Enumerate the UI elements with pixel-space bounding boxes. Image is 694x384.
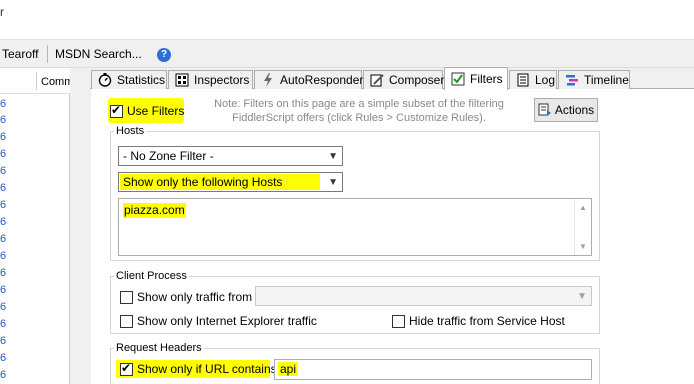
tab-log[interactable]: Log bbox=[509, 70, 557, 89]
tab-label: Inspectors bbox=[194, 73, 250, 87]
session-row[interactable]: 6 bbox=[0, 199, 8, 211]
tab-statistics[interactable]: Statistics bbox=[91, 70, 167, 89]
url-contains-checkbox[interactable]: Show only if URL contains bbox=[120, 362, 277, 376]
hosts-scrollbar[interactable]: ▲ ▼ bbox=[574, 199, 591, 255]
checkbox-unchecked-icon[interactable] bbox=[392, 314, 405, 328]
hosts-textarea[interactable]: piazza.com ▲ ▼ bbox=[118, 198, 592, 256]
pane-splitter[interactable] bbox=[70, 68, 90, 384]
session-row[interactable]: 6 bbox=[0, 148, 8, 160]
note-line: FiddlerScript offers (click Rules > Cust… bbox=[232, 112, 486, 124]
tab-timeline[interactable]: Timeline bbox=[558, 70, 630, 89]
actions-button[interactable]: Actions bbox=[534, 98, 598, 122]
checkbox-icon bbox=[451, 72, 465, 86]
url-contains-value: api bbox=[278, 362, 299, 376]
tab-label: Filters bbox=[470, 72, 503, 86]
toolbar-separator bbox=[47, 45, 48, 63]
scroll-down-icon[interactable]: ▼ bbox=[579, 242, 587, 251]
show-only-traffic-from-checkbox[interactable]: Show only traffic from bbox=[120, 290, 252, 304]
title-bar-text: r bbox=[0, 5, 4, 19]
chevron-down-icon: ▼ bbox=[328, 151, 338, 162]
hosts-legend: Hosts bbox=[114, 125, 147, 137]
composer-icon bbox=[370, 73, 384, 87]
use-filters-checkbox[interactable]: Use Filters bbox=[110, 104, 184, 118]
filters-note: Note: Filters on this page are a simple … bbox=[200, 97, 518, 125]
log-icon bbox=[516, 73, 530, 87]
title-bar bbox=[0, 0, 694, 40]
sessions-list[interactable] bbox=[0, 68, 70, 384]
session-row[interactable]: 6 bbox=[0, 335, 8, 347]
tab-label: Timeline bbox=[584, 73, 629, 87]
hide-service-host-label: Hide traffic from Service Host bbox=[409, 314, 565, 328]
checkbox-checked-icon[interactable] bbox=[120, 362, 133, 376]
help-icon[interactable]: ? bbox=[157, 48, 171, 62]
session-row[interactable]: 6 bbox=[0, 369, 8, 381]
tab-label: Statistics bbox=[117, 73, 166, 87]
show-only-ie-checkbox[interactable]: Show only Internet Explorer traffic bbox=[120, 314, 317, 328]
inspectors-icon bbox=[175, 73, 189, 87]
show-only-ie-label: Show only Internet Explorer traffic bbox=[137, 314, 317, 328]
session-row[interactable]: 6 bbox=[0, 284, 8, 296]
actions-label: Actions bbox=[554, 103, 595, 117]
hide-service-host-checkbox[interactable]: Hide traffic from Service Host bbox=[392, 314, 565, 328]
session-row[interactable]: 6 bbox=[0, 318, 8, 330]
session-row[interactable]: 6 bbox=[0, 114, 8, 126]
session-row[interactable]: 6 bbox=[0, 98, 8, 110]
timeline-icon bbox=[565, 73, 579, 87]
use-filters-label: Use Filters bbox=[127, 104, 185, 118]
session-row[interactable]: 6 bbox=[0, 233, 8, 245]
tab-filters[interactable]: Filters bbox=[444, 67, 508, 90]
lightning-icon bbox=[261, 73, 275, 87]
chevron-down-icon: ▼ bbox=[328, 177, 338, 188]
session-row[interactable]: 6 bbox=[0, 250, 8, 262]
tab-label: Composer bbox=[389, 73, 445, 87]
session-row[interactable]: 6 bbox=[0, 182, 8, 194]
zone-filter-select[interactable]: - No Zone Filter - ▼ bbox=[118, 146, 343, 166]
tab-label: AutoResponder bbox=[280, 73, 364, 87]
show-only-traffic-from-label: Show only traffic from bbox=[137, 290, 253, 304]
session-row[interactable]: 6 bbox=[0, 352, 8, 364]
column-separator[interactable] bbox=[36, 72, 37, 90]
checkbox-checked-icon[interactable] bbox=[110, 104, 123, 118]
process-select[interactable]: ▼ bbox=[255, 286, 592, 306]
url-contains-input[interactable]: api bbox=[274, 359, 592, 380]
hosts-list-value: piazza.com bbox=[123, 203, 186, 218]
tab-inspectors[interactable]: Inspectors bbox=[168, 70, 253, 89]
session-row[interactable]: 6 bbox=[0, 216, 8, 228]
session-row[interactable]: 6 bbox=[0, 165, 8, 177]
client-process-legend: Client Process bbox=[114, 270, 189, 282]
zone-filter-value: - No Zone Filter - bbox=[123, 149, 214, 163]
request-headers-legend: Request Headers bbox=[114, 342, 204, 354]
msdn-search-input[interactable]: MSDN Search... bbox=[55, 47, 142, 61]
host-filter-value: Show only the following Hosts bbox=[123, 175, 283, 189]
tab-label: Log bbox=[535, 73, 556, 87]
actions-icon bbox=[538, 103, 552, 117]
note-line: Note: Filters on this page are a simple … bbox=[214, 98, 504, 110]
host-filter-select[interactable]: Show only the following Hosts ▼ bbox=[118, 172, 343, 192]
session-row[interactable]: 6 bbox=[0, 301, 8, 313]
column-header-comments[interactable]: Comm bbox=[41, 76, 73, 88]
checkbox-unchecked-icon[interactable] bbox=[120, 314, 133, 328]
tab-composer[interactable]: Composer bbox=[363, 70, 445, 89]
scroll-up-icon[interactable]: ▲ bbox=[579, 203, 587, 212]
url-contains-label: Show only if URL contains bbox=[137, 362, 277, 376]
session-row[interactable]: 6 bbox=[0, 267, 8, 279]
tearoff-button[interactable]: Tearoff bbox=[2, 47, 38, 61]
checkbox-unchecked-icon[interactable] bbox=[120, 290, 133, 304]
stopwatch-icon bbox=[98, 73, 112, 87]
tab-autoresponder[interactable]: AutoResponder bbox=[254, 70, 364, 89]
chevron-down-icon: ▼ bbox=[577, 291, 587, 302]
session-row[interactable]: 6 bbox=[0, 131, 8, 143]
